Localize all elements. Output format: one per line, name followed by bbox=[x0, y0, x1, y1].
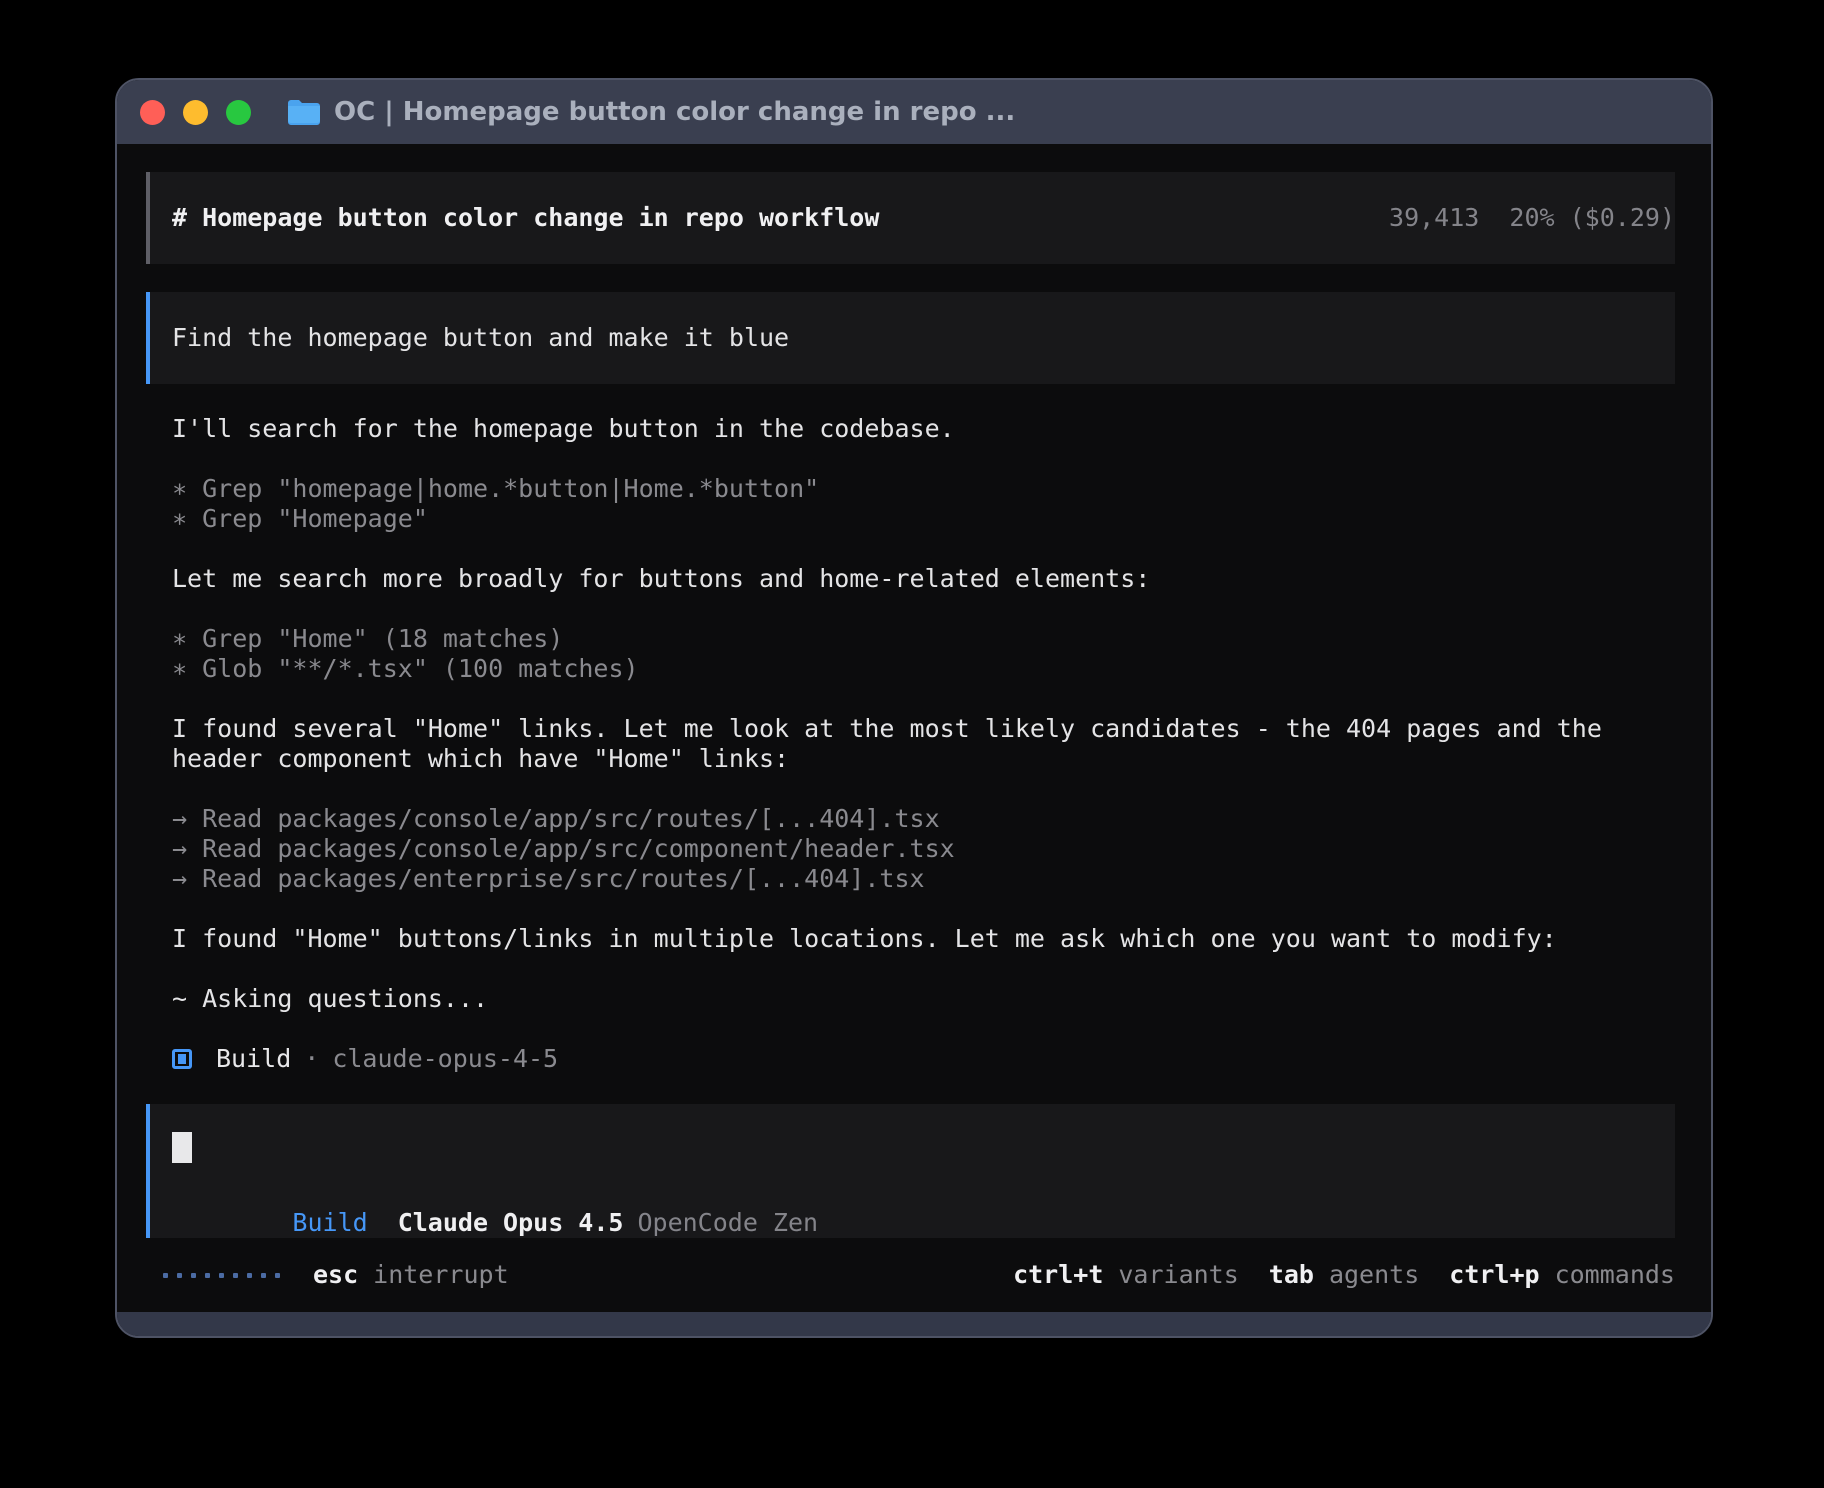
shortcut-label: commands bbox=[1555, 1260, 1675, 1290]
window-bottom-edge bbox=[117, 1312, 1711, 1336]
spinner-dots bbox=[163, 1273, 280, 1278]
spinner-dot bbox=[163, 1273, 168, 1278]
spinner-dot bbox=[191, 1273, 196, 1278]
tool-call-line: → Read packages/console/app/src/routes/[… bbox=[172, 804, 1649, 834]
folder-icon bbox=[287, 98, 321, 126]
spinner-dot bbox=[177, 1273, 182, 1278]
input-footer: Build Claude Opus 4.5 OpenCode Zen bbox=[172, 1178, 1675, 1268]
interrupt-key: esc bbox=[313, 1260, 358, 1290]
spinner-dot bbox=[205, 1273, 210, 1278]
status-bar: esc interrupt ctrl+tvariantstabagentsctr… bbox=[146, 1260, 1675, 1290]
transcript-group: I found several "Home" links. Let me loo… bbox=[172, 714, 1649, 774]
agent-model: claude-opus-4-5 bbox=[332, 1044, 558, 1074]
spinner-dot bbox=[233, 1273, 238, 1278]
zoom-button[interactable] bbox=[226, 100, 251, 125]
transcript-group: I'll search for the homepage button in t… bbox=[172, 414, 1649, 444]
terminal-window: OC | Homepage button color change in rep… bbox=[115, 78, 1713, 1338]
spinner-dot bbox=[275, 1273, 280, 1278]
user-message-text: Find the homepage button and make it blu… bbox=[172, 323, 789, 353]
user-message: Find the homepage button and make it blu… bbox=[146, 292, 1675, 384]
titlebar[interactable]: OC | Homepage button color change in rep… bbox=[117, 80, 1711, 144]
shortcut-key: tab bbox=[1269, 1260, 1314, 1290]
assistant-text-line: I found "Home" buttons/links in multiple… bbox=[172, 924, 1649, 954]
tool-call-line: ∗ Grep "Homepage" bbox=[172, 504, 1649, 534]
agent-separator: · bbox=[304, 1044, 319, 1074]
keyboard-shortcuts: ctrl+t variants tab agents ctrl+p commands bbox=[1013, 1260, 1675, 1290]
assistant-text-line: Let me search more broadly for buttons a… bbox=[172, 564, 1649, 594]
shortcut-variants: ctrl+t variants bbox=[1013, 1260, 1239, 1290]
transcript-group: ∗ Grep "Home" (18 matches)∗ Glob "**/*.t… bbox=[172, 624, 1649, 684]
transcript-group: ~ Asking questions... bbox=[172, 984, 1649, 1014]
assistant-text-line: ~ Asking questions... bbox=[172, 984, 1649, 1014]
assistant-text-line: I'll search for the homepage button in t… bbox=[172, 414, 1649, 444]
text-cursor bbox=[172, 1132, 192, 1163]
spinner-dot bbox=[247, 1273, 252, 1278]
interrupt-label: interrupt bbox=[373, 1260, 508, 1290]
transcript-group: ∗ Grep "homepage|home.*button|Home.*butt… bbox=[172, 474, 1649, 534]
agent-status-row: Build · claude-opus-4-5 bbox=[172, 1044, 1675, 1074]
transcript-group: I found "Home" buttons/links in multiple… bbox=[172, 924, 1649, 954]
session-title: # Homepage button color change in repo w… bbox=[172, 203, 879, 233]
transcript: I'll search for the homepage button in t… bbox=[146, 414, 1675, 1014]
shortcut-key: ctrl+p bbox=[1449, 1260, 1539, 1290]
shortcut-key: ctrl+t bbox=[1013, 1260, 1103, 1290]
window-title: OC | Homepage button color change in rep… bbox=[334, 97, 1015, 127]
transcript-group: Let me search more broadly for buttons a… bbox=[172, 564, 1649, 594]
shortcut-agents: tab agents bbox=[1269, 1260, 1419, 1290]
transcript-group: → Read packages/console/app/src/routes/[… bbox=[172, 804, 1649, 894]
input-provider-label: OpenCode Zen bbox=[637, 1208, 818, 1237]
terminal-content: # Homepage button color change in repo w… bbox=[117, 144, 1711, 1312]
input-mode-label[interactable]: Build bbox=[292, 1208, 367, 1237]
shortcut-commands: ctrl+p commands bbox=[1449, 1260, 1675, 1290]
close-button[interactable] bbox=[140, 100, 165, 125]
input-model-label[interactable]: Claude Opus 4.5 bbox=[398, 1208, 624, 1237]
traffic-lights bbox=[140, 100, 251, 125]
build-agent-icon bbox=[172, 1049, 192, 1069]
tool-call-line: ∗ Glob "**/*.tsx" (100 matches) bbox=[172, 654, 1649, 684]
agent-name: Build bbox=[216, 1044, 291, 1074]
shortcut-label: variants bbox=[1118, 1260, 1238, 1290]
session-header: # Homepage button color change in repo w… bbox=[146, 172, 1675, 264]
spinner-dot bbox=[261, 1273, 266, 1278]
shortcut-label: agents bbox=[1329, 1260, 1419, 1290]
minimize-button[interactable] bbox=[183, 100, 208, 125]
assistant-text-line: I found several "Home" links. Let me loo… bbox=[172, 714, 1649, 774]
message-input[interactable]: Build Claude Opus 4.5 OpenCode Zen bbox=[146, 1104, 1675, 1238]
tool-call-line: → Read packages/console/app/src/componen… bbox=[172, 834, 1649, 864]
tool-call-line: ∗ Grep "homepage|home.*button|Home.*butt… bbox=[172, 474, 1649, 504]
window-title-group: OC | Homepage button color change in rep… bbox=[287, 97, 1015, 127]
desktop: { "window": { "title": "OC | Homepage bu… bbox=[0, 0, 1824, 1488]
spinner-dot bbox=[219, 1273, 224, 1278]
tool-call-line: ∗ Grep "Home" (18 matches) bbox=[172, 624, 1649, 654]
tool-call-line: → Read packages/enterprise/src/routes/[.… bbox=[172, 864, 1649, 894]
session-stats: 39,413 20% ($0.29) bbox=[1389, 203, 1675, 233]
